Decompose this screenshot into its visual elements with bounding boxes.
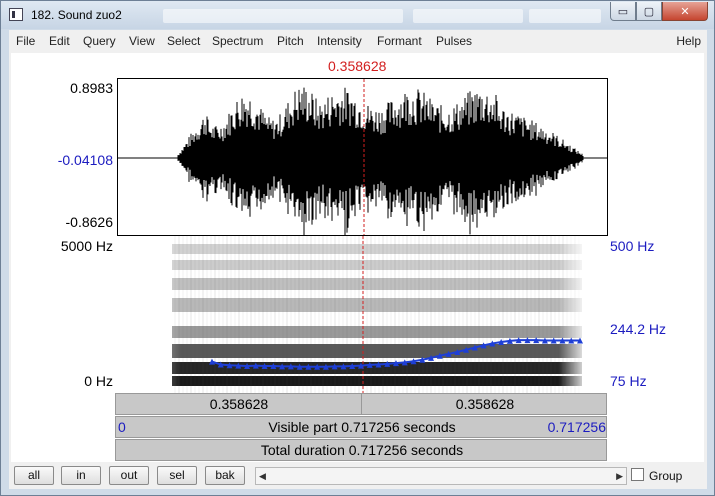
window-title: 182. Sound zuo2 <box>31 8 122 22</box>
menu-intensity[interactable]: Intensity <box>317 34 362 48</box>
zoom-out-button[interactable]: out <box>109 466 149 485</box>
cursor-time-label: 0.358628 <box>328 58 387 74</box>
background-window-ghost <box>529 9 601 23</box>
menu-pulses[interactable]: Pulses <box>436 34 472 48</box>
visible-part-label: Visible part 0.717256 seconds <box>268 419 456 435</box>
menu-select[interactable]: Select <box>167 34 200 48</box>
scroll-right-icon[interactable]: ▶ <box>616 471 623 482</box>
waveform-zero-label: -0.04108 <box>57 152 113 168</box>
spectrogram-fmax-label: 5000 Hz <box>60 238 113 254</box>
close-button[interactable]: ✕ <box>662 2 708 21</box>
group-checkbox[interactable] <box>631 468 644 481</box>
visible-end-time: 0.717256 <box>547 419 606 435</box>
spectrogram-fmin-label: 0 Hz <box>84 373 113 389</box>
background-window-ghost <box>163 9 403 23</box>
maximize-button[interactable]: ▢ <box>636 2 662 21</box>
menu-query[interactable]: Query <box>83 34 116 48</box>
menu-pitch[interactable]: Pitch <box>277 34 304 48</box>
total-duration-bar[interactable]: Total duration 0.717256 seconds <box>115 439 607 461</box>
menu-formant[interactable]: Formant <box>377 34 422 48</box>
editor-client-area: 0.358628 0.8983 -0.04108 -0.8626 5000 Hz… <box>9 51 707 489</box>
zoom-in-button[interactable]: in <box>61 466 101 485</box>
waveform-min-label: -0.8626 <box>65 214 113 230</box>
selection-right-time[interactable]: 0.358628 <box>362 396 608 412</box>
selection-left-time[interactable]: 0.358628 <box>116 396 362 412</box>
waveform-plot <box>118 79 607 235</box>
restore-icon: ▢ <box>643 5 655 18</box>
horizontal-scrollbar[interactable]: ◀ ▶ <box>255 467 627 485</box>
minimize-icon: ▭ <box>617 5 629 18</box>
waveform-panel[interactable] <box>117 78 608 236</box>
waveform-signal <box>177 87 584 235</box>
menu-help[interactable]: Help <box>676 34 701 48</box>
waveform-max-label: 0.8983 <box>70 80 113 96</box>
menu-view[interactable]: View <box>129 34 155 48</box>
menu-file[interactable]: File <box>16 34 35 48</box>
menu-spectrum[interactable]: Spectrum <box>212 34 263 48</box>
pitch-max-label: 500 Hz <box>610 238 655 254</box>
zoom-selection-button[interactable]: sel <box>157 466 197 485</box>
zoom-all-button[interactable]: all <box>14 466 54 485</box>
pitch-mid-label: 244.2 Hz <box>610 321 667 337</box>
app-window: 182. Sound zuo2 ▭ ▢ ✕ File Edit Query Vi… <box>0 0 715 496</box>
visible-part-bar[interactable]: 0 Visible part 0.717256 seconds 0.717256 <box>115 416 607 438</box>
praat-app-icon <box>9 8 23 21</box>
scroll-left-icon[interactable]: ◀ <box>259 471 266 482</box>
spectrogram-plot <box>117 236 608 393</box>
minimize-button[interactable]: ▭ <box>610 2 636 21</box>
group-label: Group <box>649 469 683 483</box>
zoom-back-button[interactable]: bak <box>205 466 245 485</box>
pitch-min-label: 75 Hz <box>610 373 647 389</box>
menu-bar: File Edit Query View Select Spectrum Pit… <box>9 30 707 51</box>
close-icon: ✕ <box>680 5 690 18</box>
total-duration-label: Total duration 0.717256 seconds <box>260 442 464 458</box>
background-window-ghost <box>413 9 523 23</box>
title-bar[interactable]: 182. Sound zuo2 ▭ ▢ ✕ <box>1 1 714 29</box>
menu-edit[interactable]: Edit <box>49 34 70 48</box>
spectrogram-panel[interactable] <box>117 236 608 393</box>
sound-editor-canvas[interactable]: 0.358628 0.8983 -0.04108 -0.8626 5000 Hz… <box>11 53 704 462</box>
selection-bar[interactable]: 0.358628 0.358628 <box>115 393 607 415</box>
bottom-toolbar: all in out sel bak ◀ ▶ Group <box>9 465 707 489</box>
